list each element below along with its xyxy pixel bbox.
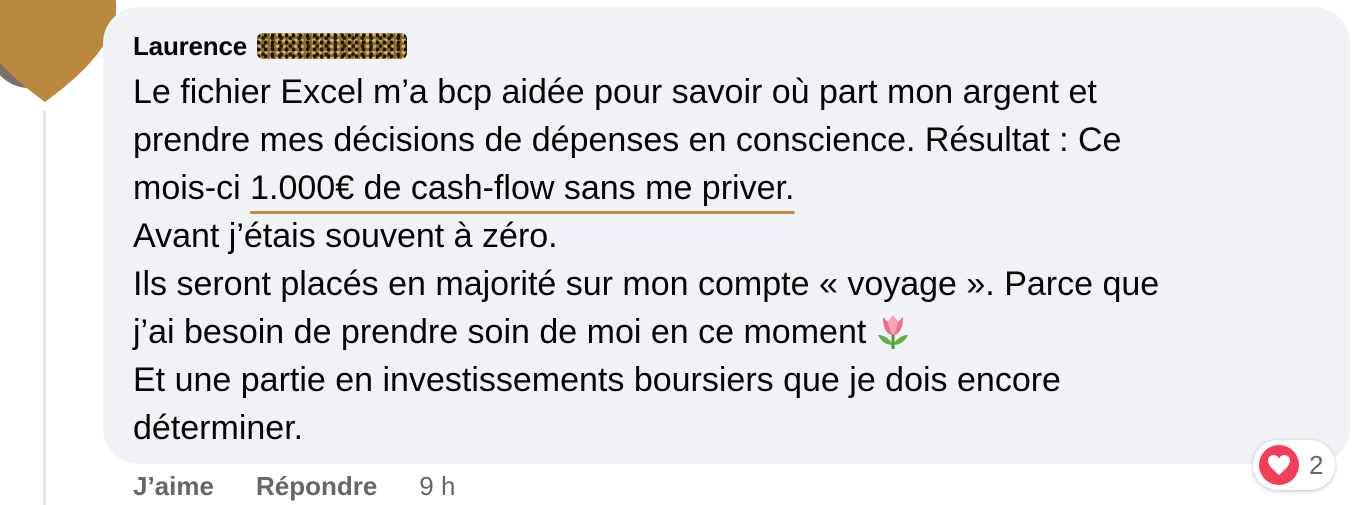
comment-text: Le fichier Excel m’a bcp aidée pour savo… bbox=[133, 68, 1313, 452]
heart-sticker-icon bbox=[0, 0, 117, 102]
comment-line: Avant j’étais souvent à zéro. bbox=[133, 217, 558, 255]
reaction-count: 2 bbox=[1309, 449, 1324, 480]
comment-timestamp[interactable]: 9 h bbox=[419, 471, 455, 502]
comment-line-text: j’ai besoin de prendre soin de moi en ce… bbox=[133, 313, 867, 351]
author-name[interactable]: Laurence bbox=[133, 31, 247, 62]
like-button[interactable]: J’aime bbox=[133, 471, 214, 502]
comment-line-prefix: mois-ci bbox=[133, 169, 251, 207]
heart-icon bbox=[1259, 445, 1299, 485]
thread-line bbox=[43, 110, 46, 505]
comment-line: déterminer. bbox=[133, 409, 304, 447]
comment-actions: J’aime Répondre 9 h bbox=[133, 468, 455, 504]
tulip-icon bbox=[878, 315, 909, 349]
reply-button[interactable]: Répondre bbox=[256, 471, 377, 502]
comment-line: j’ai besoin de prendre soin de moi en ce… bbox=[133, 308, 1313, 356]
comment-line: Le fichier Excel m’a bcp aidée pour savo… bbox=[133, 73, 1097, 111]
redacted-surname bbox=[257, 33, 408, 59]
comment-line: prendre mes décisions de dépenses en con… bbox=[133, 121, 1122, 159]
comment-line: Ils seront placés en majorité sur mon co… bbox=[133, 265, 1160, 303]
comment-line: mois-ci 1.000€ de cash-flow sans me priv… bbox=[133, 164, 1313, 212]
reaction-badge[interactable]: 2 bbox=[1253, 440, 1336, 490]
comment-author-row: Laurence bbox=[133, 28, 408, 64]
highlighted-result: 1.000€ de cash-flow sans me priver. bbox=[250, 169, 795, 207]
comment-line: Et une partie en investissements boursie… bbox=[133, 361, 1061, 399]
